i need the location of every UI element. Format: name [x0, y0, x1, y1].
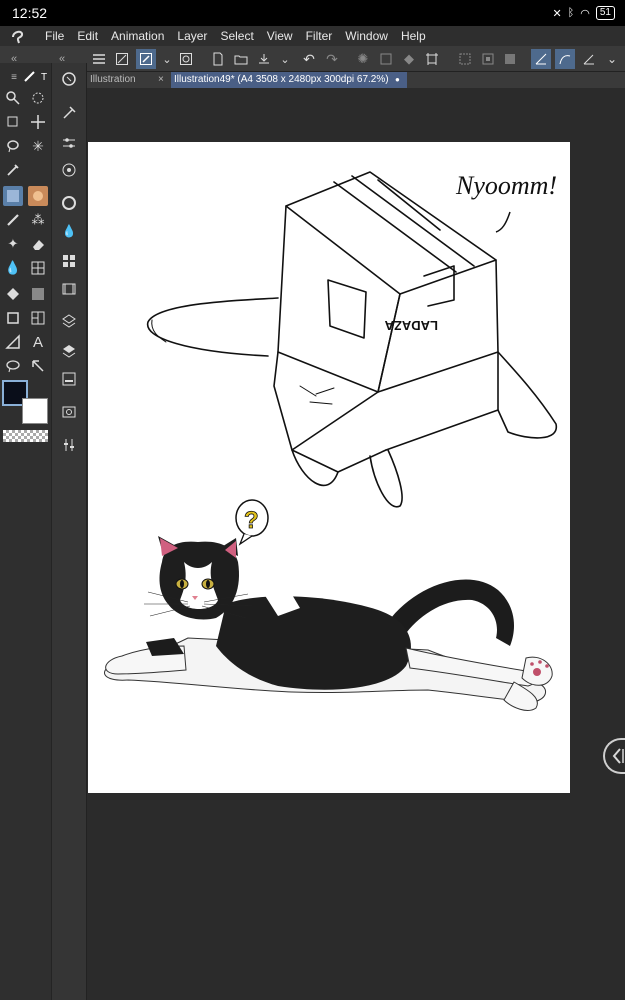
- tab-illustration[interactable]: Illustration ×: [87, 72, 167, 88]
- document-tabs: Illustration × Illustration49* (A4 3508 …: [87, 72, 625, 88]
- material-icon[interactable]: [59, 402, 79, 422]
- object-select-icon[interactable]: [3, 112, 23, 132]
- mute-icon: ✕: [552, 7, 562, 20]
- lasso-icon[interactable]: [3, 136, 23, 156]
- fill-icon[interactable]: ◆: [399, 49, 419, 69]
- status-bar: 12:52 ✕ ᛒ ◠ 51: [0, 0, 625, 26]
- decoration-preset-icon[interactable]: [28, 186, 48, 206]
- sub-tool-palette: 💧: [52, 63, 87, 1000]
- close-icon[interactable]: ×: [158, 72, 164, 88]
- fill-bucket-icon[interactable]: [3, 284, 23, 304]
- chevron-down-icon[interactable]: ⌄: [275, 49, 295, 69]
- redo-icon[interactable]: ↷: [322, 49, 342, 69]
- ruler-snap-icon[interactable]: [531, 49, 551, 69]
- chevron-down-icon[interactable]: ⌄: [602, 49, 622, 69]
- color-set-icon[interactable]: [59, 251, 79, 271]
- layer-icon[interactable]: [59, 311, 79, 331]
- magic-wand-icon[interactable]: ✳: [28, 136, 48, 156]
- rotate-icon[interactable]: [28, 88, 48, 108]
- new-file-icon[interactable]: [208, 49, 228, 69]
- unsaved-dot-icon[interactable]: ●: [395, 72, 400, 88]
- command-menu-icon[interactable]: [89, 49, 109, 69]
- eraser-icon[interactable]: [28, 234, 48, 254]
- color-mix-icon[interactable]: 💧: [59, 221, 79, 241]
- blend-icon[interactable]: 💧: [3, 258, 23, 278]
- command-bar: « « ⌄ ⌄ ↶ ↷ ✺ ◆ ⌄: [0, 46, 625, 72]
- box-label: LADAZA: [384, 318, 438, 333]
- menu-layer[interactable]: Layer: [177, 29, 207, 43]
- curve-snap-icon[interactable]: [555, 49, 575, 69]
- undo-icon[interactable]: ↶: [299, 49, 319, 69]
- color-wheel-icon[interactable]: [59, 193, 79, 213]
- frame-icon[interactable]: [28, 308, 48, 328]
- open-folder-icon[interactable]: [231, 49, 251, 69]
- tool-palette: ≡ T ✳ ⁂ ✦ 💧 A: [0, 63, 52, 1000]
- menu-items: File Edit Animation Layer Select View Fi…: [45, 29, 426, 43]
- adjust-icon[interactable]: [59, 435, 79, 455]
- chevron-down-icon[interactable]: ⌄: [157, 49, 177, 69]
- tool-property-icon[interactable]: [59, 133, 79, 153]
- gradient-icon[interactable]: [28, 284, 48, 304]
- menu-edit[interactable]: Edit: [77, 29, 98, 43]
- loading-icon[interactable]: ✺: [353, 49, 373, 69]
- eyedropper-icon[interactable]: [3, 160, 23, 180]
- tab-illustration49[interactable]: Illustration49* (A4 3508 x 2480px 300dpi…: [171, 72, 407, 88]
- tuxedo-cat: [104, 536, 553, 711]
- spiral-icon[interactable]: [176, 49, 196, 69]
- layer-property-icon[interactable]: [59, 341, 79, 361]
- question-bubble: ?: [235, 499, 269, 546]
- canvas-paper[interactable]: LADAZA Nyoomm! ?: [88, 142, 570, 793]
- sub-color-swatch[interactable]: [22, 398, 48, 424]
- battery-icon: 51: [595, 6, 615, 20]
- sparkle-icon[interactable]: ✦: [3, 234, 23, 254]
- menu-animation[interactable]: Animation: [111, 29, 164, 43]
- zoom-icon[interactable]: [3, 88, 23, 108]
- speech-text: Nyoomm!: [455, 171, 557, 200]
- brush-size-icon[interactable]: [59, 160, 79, 180]
- save-icon[interactable]: [254, 49, 274, 69]
- correct-line-icon[interactable]: [28, 356, 48, 376]
- layer-search-icon[interactable]: [59, 369, 79, 389]
- selection-border-icon[interactable]: [500, 49, 520, 69]
- ruler-icon[interactable]: [3, 332, 23, 352]
- fit-view-icon[interactable]: [112, 49, 132, 69]
- wifi-icon: ◠: [580, 7, 590, 20]
- question-mark: ?: [244, 507, 259, 534]
- move-icon[interactable]: [28, 112, 48, 132]
- grid-icon[interactable]: [28, 258, 48, 278]
- menu-filter[interactable]: Filter: [306, 29, 333, 43]
- deselect-icon[interactable]: [455, 49, 475, 69]
- brush-preset-icon[interactable]: [3, 186, 23, 206]
- status-icons: ✕ ᛒ ◠ 51: [552, 6, 615, 20]
- menu-file[interactable]: File: [45, 29, 64, 43]
- crop-icon[interactable]: [422, 49, 442, 69]
- box-cat-sketch: [146, 171, 557, 508]
- bluetooth-icon: ᛒ: [567, 7, 575, 19]
- transparent-color-swatch[interactable]: [3, 430, 48, 442]
- status-time: 12:52: [12, 5, 48, 21]
- speech-tick: [495, 211, 511, 233]
- menu-select[interactable]: Select: [220, 29, 253, 43]
- text-icon[interactable]: A: [28, 332, 48, 352]
- invert-selection-icon[interactable]: [478, 49, 498, 69]
- menu-help[interactable]: Help: [401, 29, 426, 43]
- artwork: LADAZA Nyoomm! ?: [104, 171, 557, 711]
- menu-window[interactable]: Window: [345, 29, 388, 43]
- pen-mode-icon[interactable]: [136, 49, 156, 69]
- figure-icon[interactable]: [3, 308, 23, 328]
- app-logo-icon[interactable]: [10, 28, 26, 44]
- timeline-icon[interactable]: [59, 279, 79, 299]
- menu-view[interactable]: View: [267, 29, 293, 43]
- tab-label: Illustration49* (A4 3508 x 2480px 300dpi…: [174, 74, 389, 85]
- clear-icon[interactable]: [376, 49, 396, 69]
- airbrush-icon[interactable]: ⁂: [28, 210, 48, 230]
- tab-label: Illustration: [90, 74, 136, 85]
- text-tool-icon[interactable]: T: [34, 67, 54, 87]
- balloon-icon[interactable]: [3, 356, 23, 376]
- sub-tool-icon[interactable]: [59, 103, 79, 123]
- navigator-icon[interactable]: [59, 69, 79, 89]
- menu-bar: File Edit Animation Layer Select View Fi…: [0, 26, 625, 46]
- pencil-icon[interactable]: [3, 210, 23, 230]
- pen-snap-icon[interactable]: [579, 49, 599, 69]
